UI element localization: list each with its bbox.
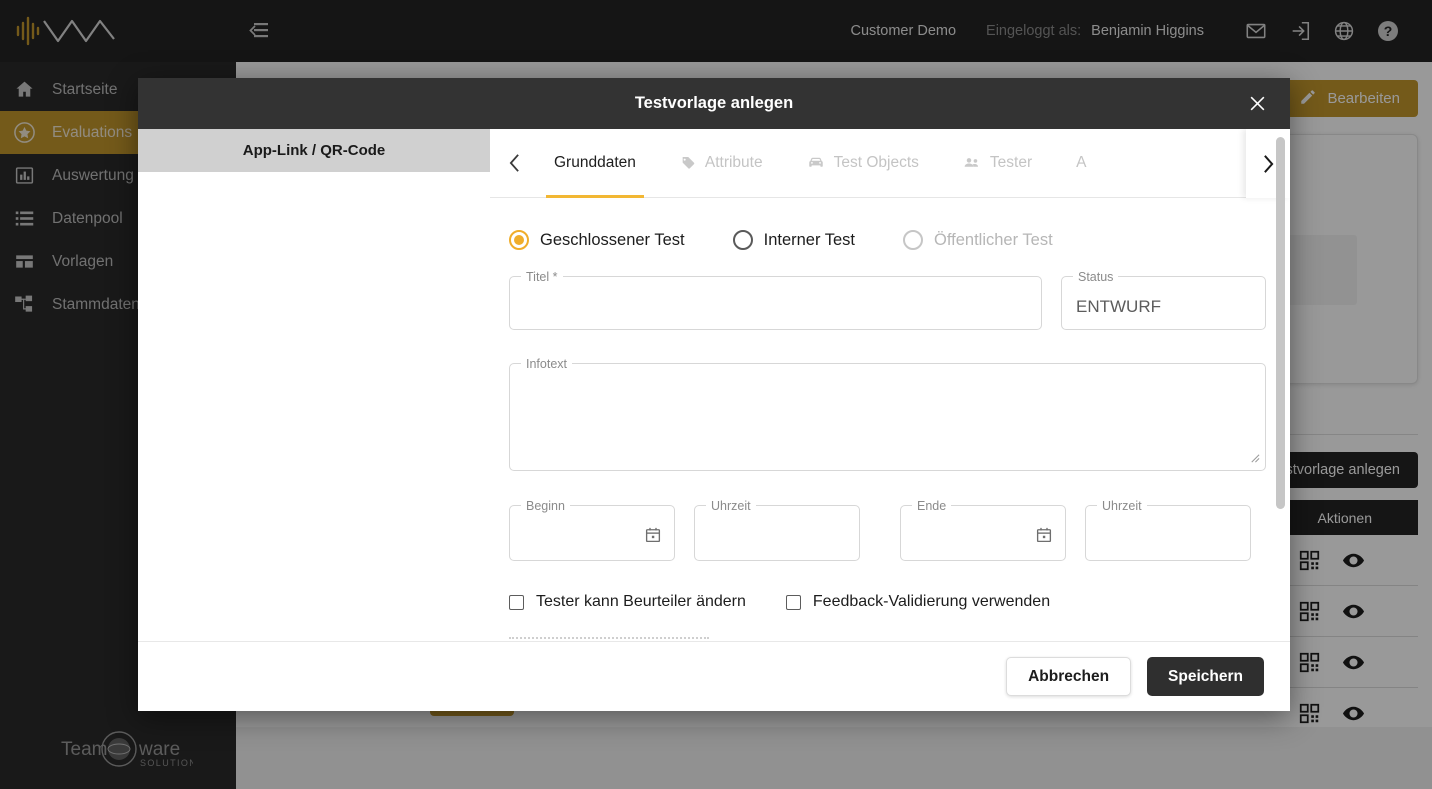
radio-geschlossener-test[interactable]: Geschlossener Test — [509, 230, 685, 250]
dialog-footer: Abbrechen Speichern — [138, 641, 1290, 711]
checkbox-indicator — [785, 594, 801, 610]
checkbox-indicator — [509, 594, 524, 610]
dialog-form-panel: Grunddaten Attribute Test Objects Tester… — [490, 129, 1290, 641]
radio-indicator — [732, 230, 753, 250]
tab-label: Tester — [989, 154, 1033, 171]
checkbox-feedback-validierung-verwenden[interactable]: Feedback-Validierung verwenden — [785, 593, 1051, 611]
dialog-title: Testvorlage anlegen — [634, 94, 794, 112]
beginn-date-field[interactable]: Beginn — [509, 498, 675, 561]
resize-handle-icon[interactable] — [1249, 452, 1260, 466]
beginn-label: Beginn — [521, 498, 570, 514]
tag-icon — [680, 155, 696, 171]
tab-label: Attribute — [704, 154, 763, 171]
titel-status-row: Titel * Status ENTWURF — [509, 269, 1266, 330]
status-label: Status — [1073, 269, 1119, 285]
test-type-radio-group: Geschlossener Test Interner Test Öffentl… — [509, 230, 1266, 250]
app-link-panel: App-Link / QR-Code — [138, 129, 490, 641]
dialog-body: App-Link / QR-Code Grunddaten Attribute … — [138, 129, 1290, 641]
close-icon[interactable] — [1240, 87, 1274, 121]
tab-grunddaten[interactable]: Grunddaten — [532, 129, 658, 198]
calendar-icon[interactable] — [1035, 526, 1053, 549]
chevron-left-icon[interactable] — [496, 139, 532, 187]
radio-interner-test[interactable]: Interner Test — [732, 230, 856, 250]
app-root: Customer Demo Eingeloggt als: Benjamin H… — [0, 0, 1432, 789]
form-scroll-area: Geschlossener Test Interner Test Öffentl… — [490, 198, 1290, 641]
titel-input[interactable] — [510, 277, 1041, 297]
tab-label: A — [1076, 154, 1087, 171]
dialog-title-bar: Testvorlage anlegen — [138, 78, 1290, 129]
ende-time-label: Uhrzeit — [1097, 498, 1147, 514]
radio-label: Interner Test — [763, 230, 856, 249]
calendar-icon[interactable] — [644, 526, 662, 549]
ende-time-field[interactable]: Uhrzeit — [1085, 498, 1251, 561]
save-button[interactable]: Speichern — [1147, 657, 1264, 696]
create-template-dialog: Testvorlage anlegen App-Link / QR-Code G… — [138, 78, 1290, 711]
status-field: Status ENTWURF — [1061, 269, 1266, 330]
car-icon — [807, 155, 825, 171]
tab-label: Test Objects — [833, 154, 919, 171]
app-link-panel-header: App-Link / QR-Code — [138, 129, 490, 172]
checkbox-label: Feedback-Validierung verwenden — [812, 593, 1051, 610]
dialog-tabs: Grunddaten Attribute Test Objects Tester… — [490, 129, 1290, 198]
tabs-strip: Grunddaten Attribute Test Objects Tester… — [532, 129, 1290, 198]
infotext-field[interactable]: Infotext — [509, 356, 1266, 471]
infotext-input[interactable] — [510, 364, 1265, 384]
tab-label: Grunddaten — [554, 154, 636, 171]
radio-indicator — [903, 230, 924, 250]
beginn-time-field[interactable]: Uhrzeit — [694, 498, 860, 561]
ende-date-field[interactable]: Ende — [900, 498, 1066, 561]
titel-label: Titel * — [521, 269, 563, 285]
radio-label: Öffentlicher Test — [934, 230, 1053, 249]
form-inner: Geschlossener Test Interner Test Öffentl… — [490, 198, 1290, 641]
form-scrollbar[interactable] — [1276, 137, 1285, 509]
beginn-time-label: Uhrzeit — [706, 498, 756, 514]
tab-overflow[interactable]: A — [1054, 129, 1108, 198]
date-time-row: Beginn Uhrzeit Ende Uhrzeit — [509, 498, 1266, 561]
checkbox-tester-kann-beurteiler-aendern[interactable]: Tester kann Beurteiler ändern — [509, 593, 746, 611]
tab-attribute[interactable]: Attribute — [658, 129, 785, 198]
cancel-button[interactable]: Abbrechen — [1006, 657, 1132, 696]
section-dotted-divider — [509, 637, 709, 639]
radio-indicator — [509, 230, 529, 250]
infotext-label: Infotext — [521, 356, 572, 372]
ende-label: Ende — [912, 498, 952, 514]
radio-oeffentlicher-test: Öffentlicher Test — [903, 230, 1053, 250]
tab-test-objects[interactable]: Test Objects — [785, 129, 941, 198]
tab-tester[interactable]: Tester — [941, 129, 1054, 198]
people-icon — [963, 155, 981, 171]
checkbox-label: Tester kann Beurteiler ändern — [536, 593, 746, 610]
titel-field[interactable]: Titel * — [509, 269, 1042, 330]
options-checkbox-row: Tester kann Beurteiler ändern Feedback-V… — [509, 593, 1266, 611]
radio-label: Geschlossener Test — [540, 230, 685, 249]
